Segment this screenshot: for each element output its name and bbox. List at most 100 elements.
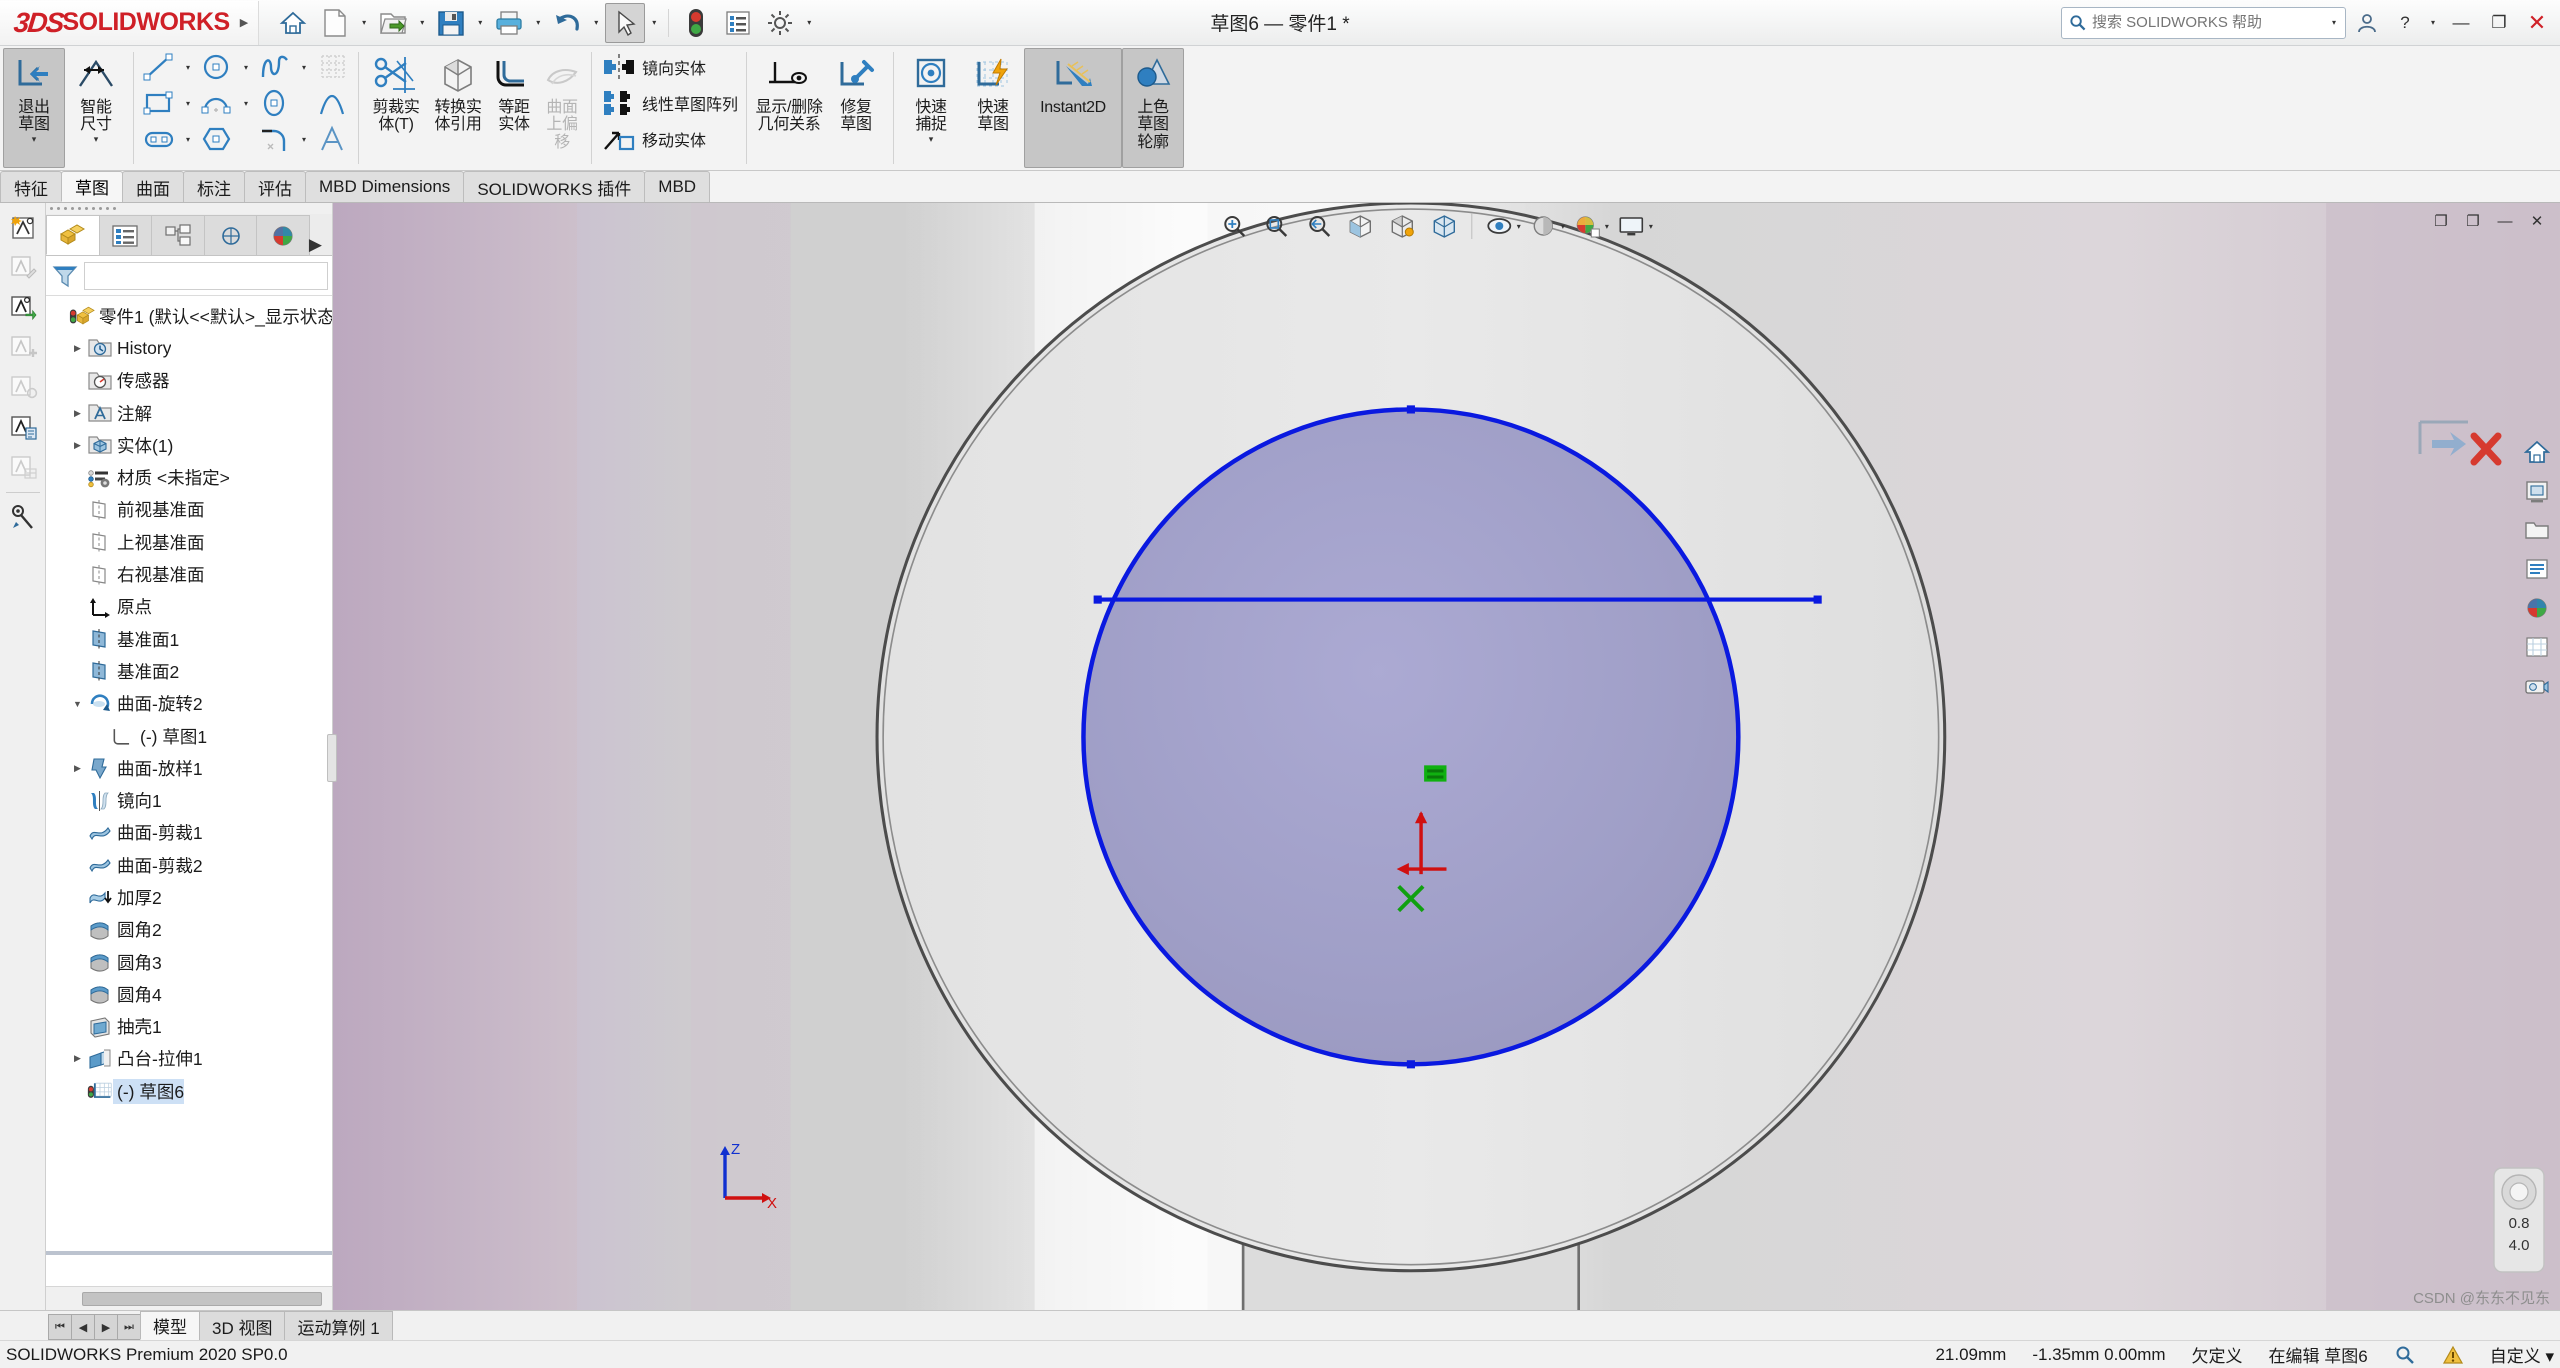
zoom-to-area-button[interactable] <box>1256 207 1296 245</box>
select-button[interactable] <box>605 2 646 43</box>
measure-icon[interactable] <box>3 499 43 537</box>
nav-prev-button[interactable]: ◀ <box>71 1314 95 1340</box>
tree-filter-input[interactable] <box>84 261 328 290</box>
warning-status-icon[interactable] <box>2442 1344 2464 1366</box>
parabola-tool[interactable] <box>311 85 355 121</box>
smart-dimension-caret-icon[interactable]: ▾ <box>94 134 99 145</box>
list-icon[interactable] <box>2518 550 2556 588</box>
home-button[interactable] <box>273 3 313 43</box>
help-button[interactable]: ? <box>2388 3 2422 43</box>
rectangle-tool[interactable]: ▾ <box>137 85 195 121</box>
tree-arrow[interactable]: ▶ <box>68 1053 87 1064</box>
repair-sketch-button[interactable]: 修复 草图 <box>825 48 887 168</box>
fm-tab-configurationmanager[interactable] <box>151 215 205 255</box>
tree-item-boss-extrude1[interactable]: ▶ 凸台-拉伸1 <box>46 1043 332 1075</box>
fillet-tool[interactable]: ▾ <box>253 121 311 157</box>
line-caret-icon[interactable]: ▾ <box>181 63 195 72</box>
text-tool[interactable] <box>311 121 355 157</box>
viewport-button[interactable] <box>1611 207 1651 245</box>
bottom-tab-3dview[interactable]: 3D 视图 <box>199 1311 286 1340</box>
rebuild-button[interactable] <box>676 3 716 43</box>
tree-arrow[interactable]: ▼ <box>68 699 87 709</box>
nav-first-button[interactable]: ⏮ <box>48 1314 72 1340</box>
fillet-caret-icon[interactable]: ▾ <box>297 135 311 144</box>
help-search-box[interactable]: ▾ <box>2060 6 2346 39</box>
tree-item-front-plane[interactable]: 前视基准面 <box>46 494 332 526</box>
convert-entities-button[interactable]: 转换实 体引用 <box>427 48 489 168</box>
rectangle-caret-icon[interactable]: ▾ <box>181 99 195 108</box>
tab-sketch[interactable]: 草图 <box>61 171 123 202</box>
A-balloon-icon[interactable] <box>3 368 43 406</box>
graphics-area[interactable]: ▾ ▾ ▾ ▾ ❐ ❐ — ✕ Z X 0.8 4.0 CSDN @东东不见东 <box>333 203 2560 1310</box>
A-star-icon[interactable] <box>3 208 43 246</box>
fm-tab-propertymanager[interactable] <box>98 215 153 255</box>
spline-caret-icon[interactable]: ▾ <box>297 63 311 72</box>
move-entities-button[interactable]: 移动实体 <box>596 121 742 157</box>
nav-next-button[interactable]: ▶ <box>94 1314 118 1340</box>
new-document-caret-icon[interactable]: ▾ <box>357 18 371 27</box>
tree-arrow[interactable]: ▶ <box>68 440 87 451</box>
tab-mbd-dimensions[interactable]: MBD Dimensions <box>305 171 465 202</box>
new-document-button[interactable] <box>315 3 355 43</box>
tree-item-annotations[interactable]: ▶ 注解 <box>46 397 332 429</box>
save-caret-icon[interactable]: ▾ <box>473 18 487 27</box>
camera-icon[interactable] <box>2518 667 2556 705</box>
shaded-sketch-contours-button[interactable]: 上色 草图 轮廓 <box>1122 48 1185 168</box>
tree-item-plane2[interactable]: 基准面2 <box>46 655 332 687</box>
graphics-maximize-button[interactable]: ❐ <box>2458 207 2488 235</box>
tree-item-surface-loft1[interactable]: ▶ 曲面-放样1 <box>46 752 332 784</box>
help-caret-icon[interactable]: ▾ <box>2426 18 2440 27</box>
tree-item-solid-bodies[interactable]: ▶ 实体(1) <box>46 429 332 461</box>
tree-item-mirror1[interactable]: 镜向1 <box>46 784 332 816</box>
solidworks-logo[interactable]: 3DS SOLID WORKS ▶ <box>0 0 260 45</box>
exit-sketch-caret-icon[interactable]: ▾ <box>32 134 37 145</box>
panel-grip[interactable] <box>46 203 332 214</box>
bottom-tab-model[interactable]: 模型 <box>140 1311 200 1340</box>
settings-button[interactable] <box>760 3 800 43</box>
tab-mbd[interactable]: MBD <box>644 171 711 202</box>
minimize-button[interactable]: — <box>2444 3 2478 43</box>
linear-sketch-pattern-button[interactable]: 线性草图阵列 <box>596 85 742 121</box>
undo-caret-icon[interactable]: ▾ <box>589 18 603 27</box>
exit-sketch-button[interactable]: 退出 草图 ▾ <box>3 48 65 168</box>
tree-item-shell1[interactable]: 抽壳1 <box>46 1011 332 1043</box>
model-canvas[interactable] <box>333 203 2560 1310</box>
ellipse-tool[interactable] <box>253 85 311 121</box>
graphics-close-button[interactable]: ✕ <box>2522 207 2552 235</box>
user-account-icon[interactable] <box>2350 3 2384 43</box>
tree-item-origin[interactable]: 原点 <box>46 591 332 623</box>
tab-annotations[interactable]: 标注 <box>183 171 245 202</box>
A-plus-icon[interactable] <box>3 328 43 366</box>
panel-splitter[interactable] <box>46 1251 332 1255</box>
offset-entities-button[interactable]: 等距 实体 <box>489 48 539 168</box>
slot-tool[interactable]: ▾ <box>137 121 195 157</box>
tree-item-sketch6[interactable]: (-) 草图6 <box>46 1075 332 1107</box>
tree-arrow[interactable]: ▶ <box>68 343 87 354</box>
tab-nav-arrows[interactable]: ⏮ ◀ ▶ ⏭ <box>48 1314 141 1340</box>
tree-item-plane1[interactable]: 基准面1 <box>46 623 332 655</box>
open-document-caret-icon[interactable]: ▾ <box>415 18 429 27</box>
tab-sw-addins[interactable]: SOLIDWORKS 插件 <box>463 171 646 202</box>
arc-tool[interactable]: ▾ <box>195 85 253 121</box>
nav-last-button[interactable]: ⏭ <box>117 1314 141 1340</box>
select-caret-icon[interactable]: ▾ <box>647 18 661 27</box>
circle-caret-icon[interactable]: ▾ <box>239 63 253 72</box>
A-note-icon[interactable] <box>3 408 43 446</box>
viewport-caret-icon[interactable]: ▾ <box>1649 222 1653 231</box>
tree-item-part1[interactable]: 零件1 (默认<<默认>_显示状态 <box>46 300 332 332</box>
restore-button[interactable]: ❐ <box>2482 3 2516 43</box>
logo-expander-icon[interactable]: ▶ <box>240 16 248 29</box>
tree-item-sketch1[interactable]: (-) 草图1 <box>46 720 332 752</box>
fm-tab-appearances[interactable] <box>256 215 310 255</box>
sphere-icon[interactable] <box>2518 589 2556 627</box>
display-delete-relations-button[interactable]: 显示/删除 几何关系 <box>753 48 825 168</box>
print-caret-icon[interactable]: ▾ <box>531 18 545 27</box>
settings-caret-icon[interactable]: ▾ <box>802 18 816 27</box>
fm-tab-featuretree[interactable] <box>46 215 100 255</box>
tree-item-history[interactable]: ▶ History <box>46 332 332 364</box>
tree-item-surface-trim2[interactable]: 曲面-剪裁2 <box>46 849 332 881</box>
tree-item-top-plane[interactable]: 上视基准面 <box>46 526 332 558</box>
hide-show-caret-icon[interactable]: ▾ <box>1517 222 1521 231</box>
tab-features[interactable]: 特征 <box>0 171 62 202</box>
section-view-button[interactable] <box>1340 207 1380 245</box>
